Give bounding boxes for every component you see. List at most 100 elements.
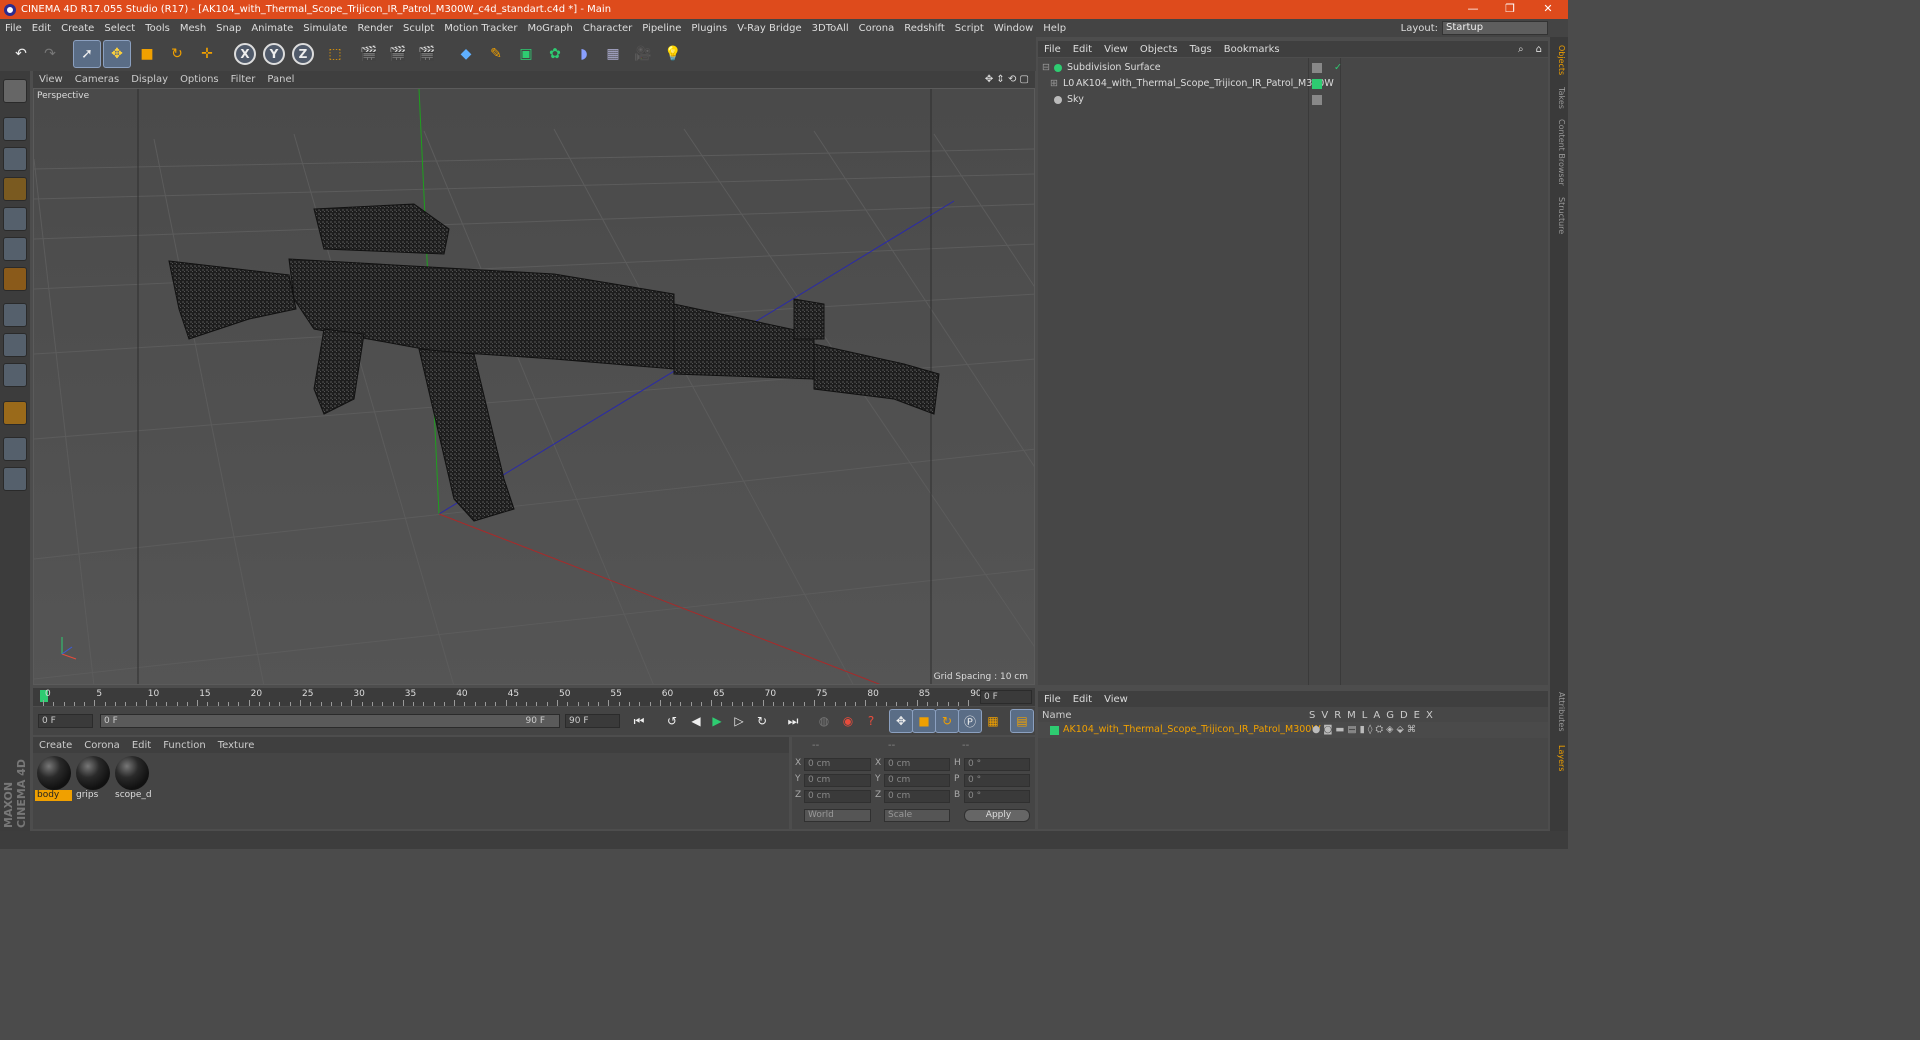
menu-snap[interactable]: Snap	[211, 23, 246, 34]
tab-content-browser[interactable]: Content Browser	[1552, 119, 1566, 186]
go-to-start-icon[interactable]: ⏮	[627, 709, 651, 733]
timeline-ruler[interactable]: 0 5 10 15 20 25 30 35 40 45 50 55 60 65 70 75 80 85 90 0 F	[33, 688, 1035, 706]
camera-icon[interactable]: 🎥	[629, 40, 657, 68]
subdivision-surface-icon[interactable]: ▣	[512, 40, 540, 68]
menu-corona[interactable]: Corona	[854, 23, 900, 34]
menu-3dtoall[interactable]: 3DToAll	[807, 23, 854, 34]
layout-dropdown[interactable]: Startup	[1442, 21, 1548, 35]
size-mode-dropdown[interactable]: Scale	[884, 809, 950, 822]
restore-button[interactable]: ❐	[1492, 0, 1528, 19]
visibility-toggle-icon[interactable]	[1312, 95, 1322, 105]
tab-attributes[interactable]: Attributes	[1552, 692, 1566, 732]
menu-select[interactable]: Select	[99, 23, 140, 34]
object-row-sky[interactable]: Sky	[1038, 92, 1548, 108]
viewport-menu-cameras[interactable]: Cameras	[69, 74, 125, 85]
size-x-field[interactable]: 0 cm	[884, 758, 950, 771]
undo-icon[interactable]: ↶	[7, 40, 35, 68]
go-to-end-icon[interactable]: ⏭	[781, 709, 805, 733]
viewport-menu-view[interactable]: View	[33, 74, 69, 85]
snap-icon[interactable]	[3, 363, 27, 387]
key-pla-icon[interactable]: ▦	[981, 709, 1005, 733]
spline-pen-icon[interactable]: ✎	[482, 40, 510, 68]
model-mode-icon[interactable]	[3, 117, 27, 141]
viewport-menu-filter[interactable]: Filter	[225, 74, 262, 85]
layer-row[interactable]: AK104_with_Thermal_Scope_Trijicon_IR_Pat…	[1038, 722, 1548, 738]
light-icon[interactable]: 💡	[659, 40, 687, 68]
column-expressions[interactable]: E	[1414, 710, 1420, 721]
object-menu-view[interactable]: View	[1098, 44, 1134, 55]
menu-simulate[interactable]: Simulate	[298, 23, 352, 34]
workplane-mode-icon[interactable]	[3, 177, 27, 201]
material-grips[interactable]: grips	[74, 756, 111, 803]
redo-icon[interactable]: ↷	[36, 40, 64, 68]
menu-redshift[interactable]: Redshift	[899, 23, 950, 34]
column-manager[interactable]: M	[1347, 710, 1356, 721]
select-tool-icon[interactable]: ➚	[73, 40, 101, 68]
size-y-field[interactable]: 0 cm	[884, 774, 950, 787]
column-view[interactable]: V	[1321, 710, 1328, 721]
object-menu-objects[interactable]: Objects	[1134, 44, 1184, 55]
enabled-check-icon[interactable]: ✓	[1334, 60, 1342, 76]
menu-vray-bridge[interactable]: V-Ray Bridge	[732, 23, 806, 34]
position-z-field[interactable]: 0 cm	[804, 790, 871, 803]
coordinate-mode-dropdown[interactable]: World	[804, 809, 871, 822]
current-frame-field[interactable]: 0 F	[980, 690, 1032, 704]
end-frame-field[interactable]: 90 F	[565, 714, 620, 728]
autokey-icon[interactable]: ?	[859, 709, 883, 733]
menu-plugins[interactable]: Plugins	[686, 23, 732, 34]
rotate-tool-icon[interactable]: ↻	[163, 40, 191, 68]
lock-workplane-icon[interactable]	[3, 437, 27, 461]
key-parameter-icon[interactable]: Ⓟ	[958, 709, 982, 733]
viewport-navigation-icon[interactable]: ✥ ⇕ ⟲ ▢	[979, 74, 1035, 85]
start-frame-field[interactable]: 0 F	[38, 714, 93, 728]
cube-object-icon[interactable]: ◆	[452, 40, 480, 68]
position-y-field[interactable]: 0 cm	[804, 774, 871, 787]
menu-mograph[interactable]: MoGraph	[522, 23, 577, 34]
column-render[interactable]: R	[1334, 710, 1341, 721]
visibility-toggle-icon[interactable]	[1312, 63, 1322, 73]
menu-create[interactable]: Create	[56, 23, 99, 34]
record-active-icon[interactable]: ◉	[836, 709, 860, 733]
edges-mode-icon[interactable]	[3, 237, 27, 261]
next-key-icon[interactable]: ↻	[750, 709, 774, 733]
collapse-icon[interactable]: ⊟	[1042, 60, 1050, 76]
column-generators[interactable]: G	[1386, 710, 1394, 721]
menu-help[interactable]: Help	[1038, 23, 1071, 34]
points-mode-icon[interactable]	[3, 207, 27, 231]
tab-takes[interactable]: Takes	[1552, 87, 1566, 109]
layer-color-icon[interactable]	[1312, 79, 1322, 89]
layer-menu-edit[interactable]: Edit	[1067, 694, 1098, 705]
rotation-b-field[interactable]: 0 °	[964, 790, 1030, 803]
preview-range-slider[interactable]: 0 F 90 F	[100, 714, 560, 728]
menu-sculpt[interactable]: Sculpt	[398, 23, 439, 34]
move-tool-icon[interactable]: ✥	[103, 40, 131, 68]
apply-button[interactable]: Apply	[964, 809, 1030, 822]
menu-pipeline[interactable]: Pipeline	[637, 23, 686, 34]
search-icon[interactable]: ⌕	[1512, 44, 1530, 55]
next-frame-icon[interactable]: ▷	[727, 709, 751, 733]
object-menu-tags[interactable]: Tags	[1184, 44, 1218, 55]
floor-icon[interactable]: ▦	[599, 40, 627, 68]
viewport-menu-options[interactable]: Options	[174, 74, 225, 85]
key-scale-icon[interactable]: ■	[912, 709, 936, 733]
rotation-h-field[interactable]: 0 °	[964, 758, 1030, 771]
expand-icon[interactable]: ⊞	[1050, 76, 1058, 92]
column-locked[interactable]: L	[1362, 710, 1368, 721]
deformer-icon[interactable]: ◗	[570, 40, 598, 68]
position-x-field[interactable]: 0 cm	[804, 758, 871, 771]
key-rotation-icon[interactable]: ↻	[935, 709, 959, 733]
viewport-menu-panel[interactable]: Panel	[261, 74, 300, 85]
make-editable-icon[interactable]	[3, 79, 27, 103]
magnet-icon[interactable]	[3, 401, 27, 425]
tab-objects[interactable]: Objects	[1552, 45, 1566, 75]
material-body[interactable]: body	[35, 756, 72, 803]
home-icon[interactable]: ⌂	[1530, 44, 1548, 55]
menu-script[interactable]: Script	[950, 23, 989, 34]
coordinate-system-icon[interactable]: ⬚	[321, 40, 349, 68]
timeline-window-icon[interactable]: ▤	[1010, 709, 1034, 733]
menu-render[interactable]: Render	[352, 23, 398, 34]
layer-menu-view[interactable]: View	[1098, 694, 1134, 705]
render-settings-icon[interactable]: 🎬	[413, 40, 441, 68]
close-button[interactable]: ✕	[1530, 0, 1566, 19]
material-menu-texture[interactable]: Texture	[212, 740, 261, 751]
